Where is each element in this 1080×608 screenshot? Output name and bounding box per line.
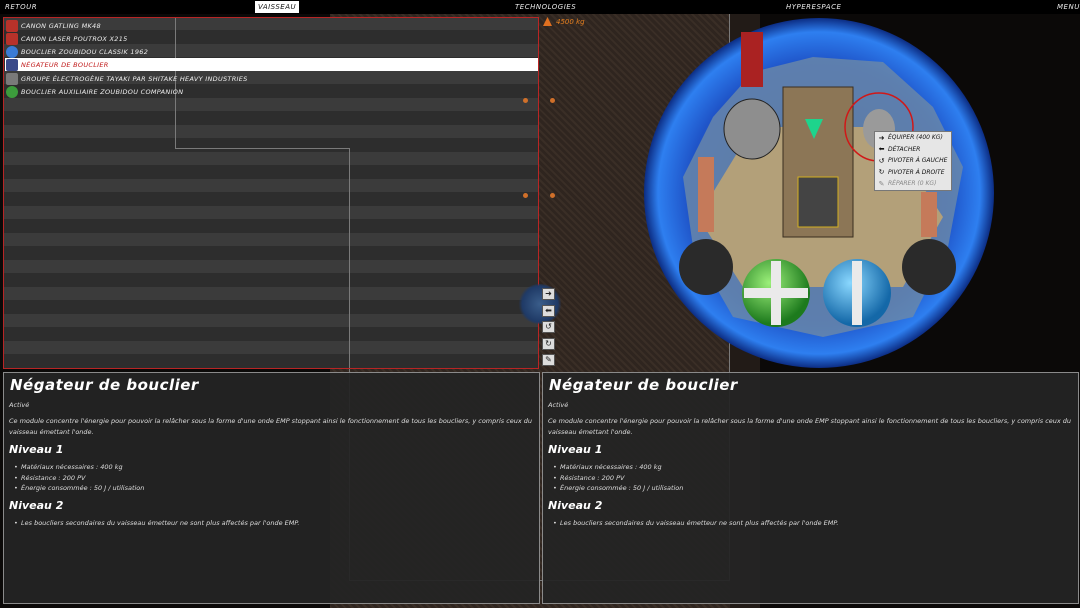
wrench-icon: ✎	[878, 179, 885, 188]
menu-button[interactable]: Menu	[1057, 1, 1080, 13]
tab-ship[interactable]: Vaisseau	[255, 1, 300, 13]
shield-icon	[6, 45, 18, 58]
laser-cannon-icon	[6, 32, 18, 45]
rotate-right-icon: ↻	[878, 168, 885, 177]
module-status: Activé	[548, 401, 569, 409]
level-1-heading: Niveau 1	[9, 443, 64, 456]
arrow-left-icon[interactable]: ⬅	[542, 305, 555, 317]
marker-dot	[523, 98, 528, 103]
weight-value: 4500 kg	[556, 17, 585, 26]
right-turret	[902, 239, 956, 295]
cannon-mount	[723, 98, 781, 160]
level-1-item: Matériaux nécessaires : 400 kg	[553, 463, 662, 471]
module-description: Ce module concentre l'énergie pour pouvo…	[9, 417, 533, 436]
weight-indicator: 4500 kg	[543, 17, 585, 26]
list-item[interactable]: Bouclier auxiliaire Zoubidou Companion	[5, 85, 538, 98]
gatling-cannon-icon	[6, 19, 18, 32]
ship-svg	[644, 18, 994, 368]
level-1-item: Résistance : 200 PV	[553, 474, 625, 482]
tab-technologies[interactable]: Technologies	[515, 1, 576, 13]
module-label: Bouclier auxiliaire Zoubidou Companion	[21, 87, 184, 96]
module-label: Groupe électrogène Tayaki par Shitake He…	[21, 74, 248, 83]
module-title: Négateur de bouclier	[549, 376, 738, 394]
menu-item-equip[interactable]: ➜ Équiper (400 kg)	[875, 132, 951, 144]
arrow-right-icon: ➜	[878, 133, 885, 142]
rotate-right-icon[interactable]: ↻	[542, 338, 555, 350]
level-1-item: Énergie consommée : 50 J / utilisation	[14, 484, 144, 492]
module-status: Activé	[9, 401, 30, 409]
list-item[interactable]: Groupe électrogène Tayaki par Shitake He…	[5, 72, 538, 85]
generator-icon	[6, 72, 18, 85]
list-item-selected[interactable]: Négateur de bouclier	[5, 58, 538, 71]
left-turret	[679, 239, 733, 295]
module-title: Négateur de bouclier	[10, 376, 199, 394]
level-2-item: Les boucliers secondaires du vaisseau ém…	[553, 519, 838, 527]
level-1-item: Résistance : 200 PV	[14, 474, 86, 482]
wrench-icon[interactable]: ✎	[542, 354, 555, 366]
aux-shield-icon	[6, 85, 18, 98]
marker-dot	[523, 193, 528, 198]
menu-item-detach[interactable]: ⬅ Détacher	[875, 144, 951, 156]
list-item[interactable]: Canon laser Poutrox X215	[5, 32, 538, 45]
rotate-left-icon[interactable]: ↺	[542, 321, 555, 333]
top-bar: Retour Vaisseau Technologies Hyperespace…	[0, 0, 1080, 14]
module-info-panel: Négateur de bouclier Activé Ce module co…	[542, 372, 1079, 604]
menu-item-repair[interactable]: ✎ Réparer (0 kg)	[875, 178, 951, 190]
level-2-heading: Niveau 2	[548, 499, 603, 512]
weight-icon	[543, 17, 552, 26]
menu-item-rotate-left[interactable]: ↺ Pivoter à gauche	[875, 155, 951, 167]
module-info-panel: Négateur de bouclier Activé Ce module co…	[3, 372, 540, 604]
list-item[interactable]: Bouclier Zoubidou Classik 1962	[5, 45, 538, 58]
marker-dot	[550, 98, 555, 103]
module-description: Ce module concentre l'énergie pour pouvo…	[548, 417, 1072, 436]
level-1-item: Matériaux nécessaires : 400 kg	[14, 463, 123, 471]
rotate-left-icon: ↺	[878, 156, 885, 165]
level-1-item: Énergie consommée : 50 J / utilisation	[553, 484, 683, 492]
ship-view[interactable]	[643, 17, 995, 369]
arrow-right-icon[interactable]: ➜	[542, 288, 555, 300]
cannon-barrel	[741, 32, 763, 87]
module-label: Négateur de bouclier	[21, 60, 109, 69]
right-cannon	[921, 192, 937, 237]
menu-item-rotate-right[interactable]: ↻ Pivoter à droite	[875, 167, 951, 179]
dragged-module[interactable]	[518, 284, 562, 324]
module-list: Canon Gatling MK48 Canon laser Poutrox X…	[3, 17, 539, 369]
level-2-item: Les boucliers secondaires du vaisseau ém…	[14, 519, 299, 527]
context-menu: ➜ Équiper (400 kg) ⬅ Détacher ↺ Pivoter …	[874, 131, 952, 191]
arrow-left-icon: ⬅	[878, 145, 885, 154]
left-cannon	[698, 157, 714, 232]
module-label: Canon Gatling MK48	[21, 21, 101, 30]
module-label: Bouclier Zoubidou Classik 1962	[21, 47, 149, 56]
level-1-heading: Niveau 1	[548, 443, 603, 456]
level-2-heading: Niveau 2	[9, 499, 64, 512]
tab-hyperspace[interactable]: Hyperespace	[786, 1, 841, 13]
module-label: Canon laser Poutrox X215	[21, 34, 128, 43]
shield-negator-icon	[6, 58, 18, 71]
list-item[interactable]: Canon Gatling MK48	[5, 19, 538, 32]
marker-dot	[550, 193, 555, 198]
back-button[interactable]: Retour	[5, 1, 37, 13]
engine-block	[797, 176, 839, 228]
